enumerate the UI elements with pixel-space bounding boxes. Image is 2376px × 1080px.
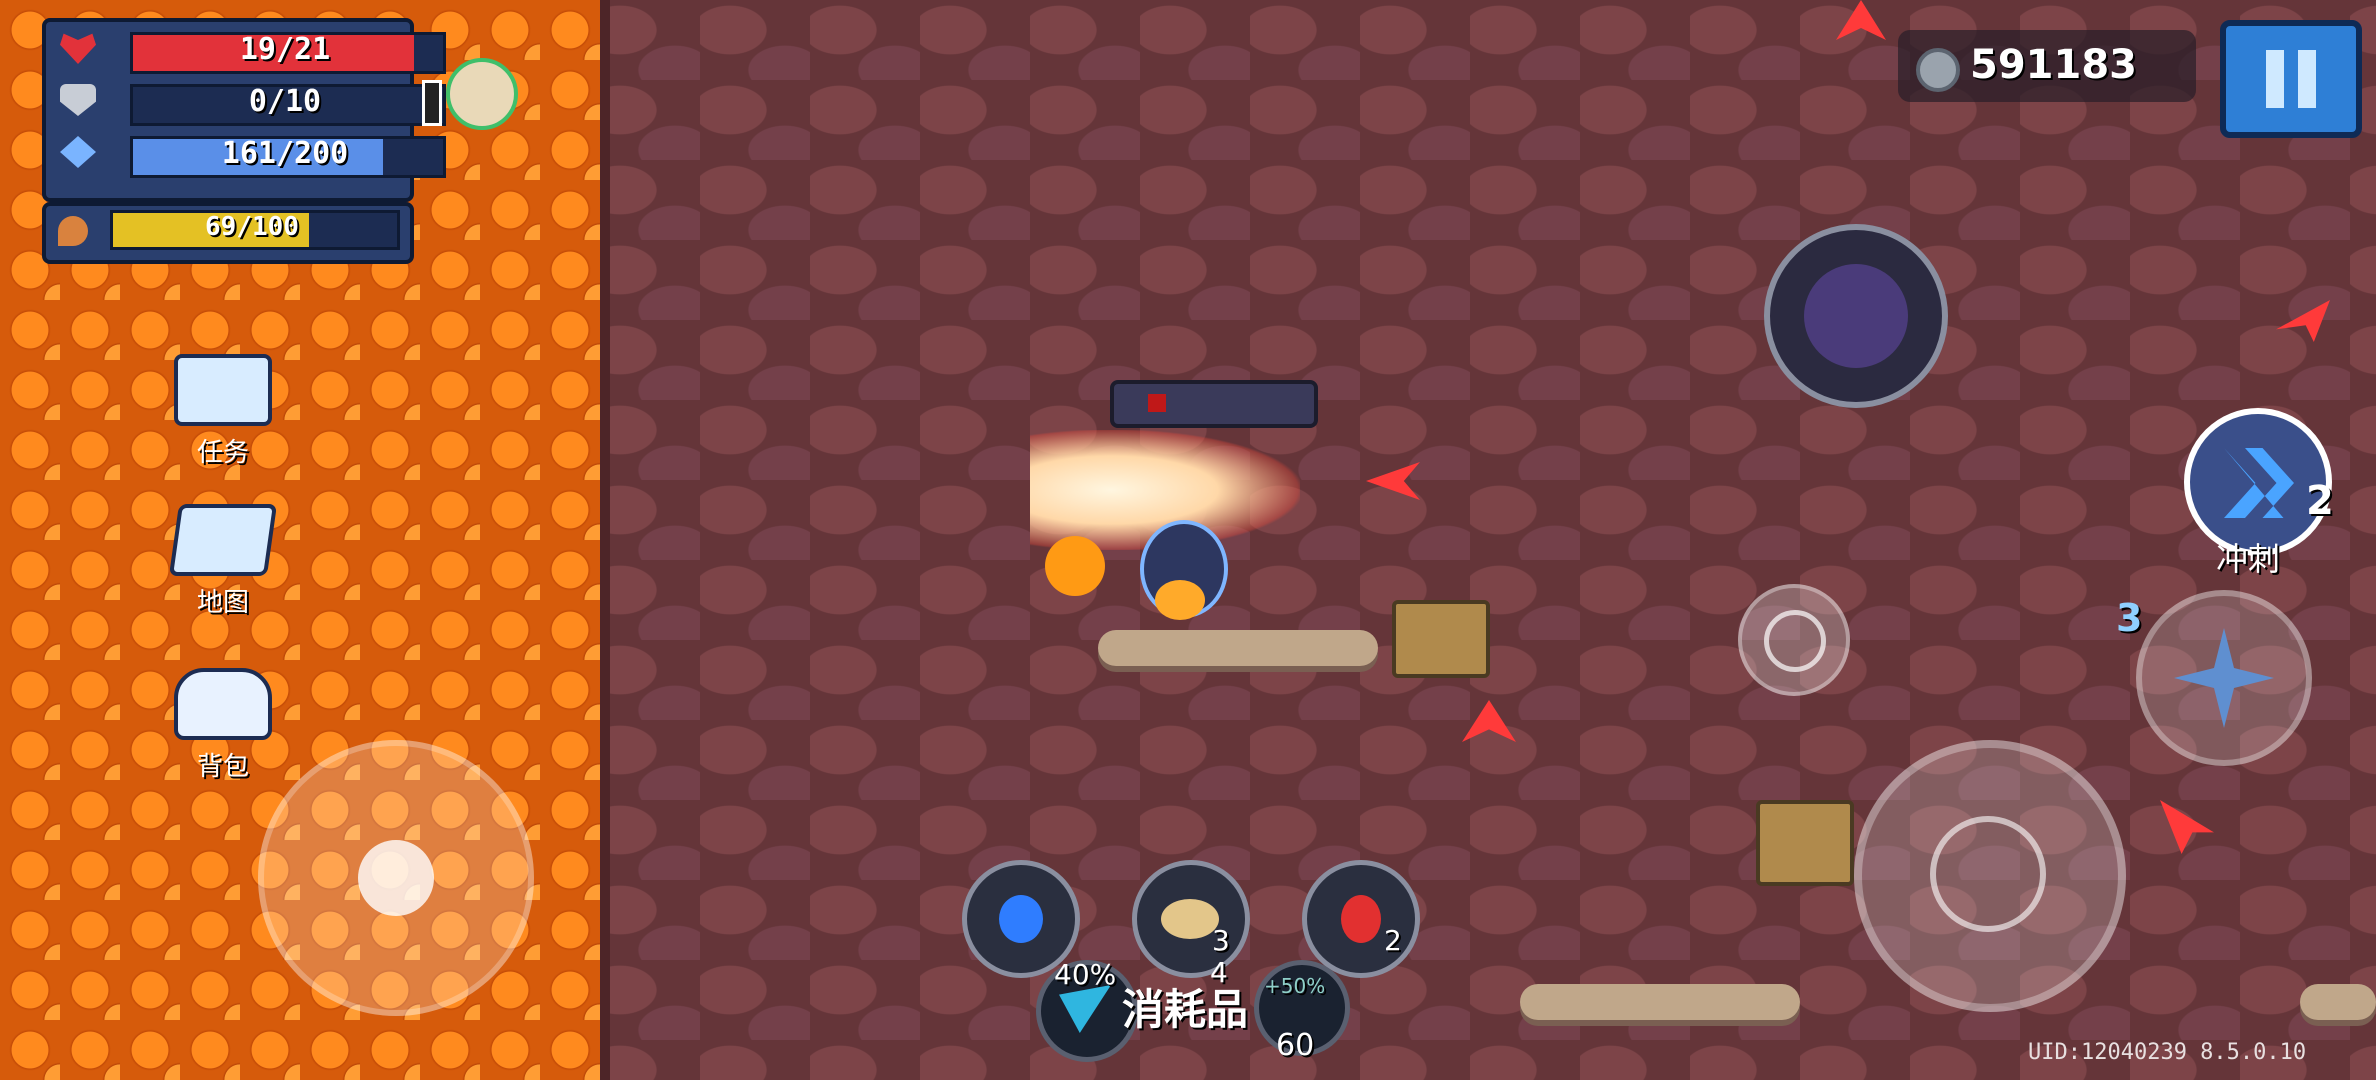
gem-counter: 591183 [1898,30,2196,102]
map-button[interactable]: 地图 [168,504,278,619]
rock-ledge [1098,630,1378,666]
goblin-enemy-sprite [1392,600,1490,678]
buff2-percent: +50% [1264,974,1326,998]
dash-charges: 2 [2306,478,2334,524]
chevron-right-icon [2224,448,2294,518]
emote-button[interactable] [1738,584,1850,696]
boss-health-bar [1110,380,1318,428]
uid-version-text: UID:12040239 8.5.0.10 [2028,1040,2307,1065]
weapon-count: 3 [2116,596,2143,640]
pause-icon [2266,50,2284,108]
bag-label: 背包 [196,752,249,782]
hp-value: 19/21 [239,32,331,67]
consumable-slot-red-potion[interactable] [1302,860,1420,978]
weapon-swap-button[interactable] [2136,590,2312,766]
rock-ledge [2300,984,2376,1020]
hp-row: 19/21 [56,26,446,74]
goblin-enemy-sprite [1756,800,1854,886]
gem-coin-icon [1916,48,1960,92]
pie-icon [1161,899,1219,939]
attack-button[interactable] [1854,740,2126,1012]
energy-value: 69/100 [205,212,299,242]
rock-ledge [1520,984,1800,1020]
backpack-icon [174,668,272,740]
buff1-percent: 40% [1054,958,1117,991]
gem-count: 591183 [1970,42,2137,88]
red-potion-count: 2 [1384,924,1402,957]
drumstick-icon [58,216,88,246]
red-potion-icon [1341,895,1381,943]
bag-button[interactable]: 背包 [168,668,278,783]
fire-orb-projectile [1155,580,1205,620]
pet-alert-marker [422,80,442,126]
task-board-icon [174,354,272,426]
fire-orb-projectile [1045,536,1105,596]
pie-count: 3 [1212,924,1230,957]
crosshair-icon [1930,816,2046,932]
armor-value: 0/10 [248,84,322,119]
map-icon [168,504,278,576]
buff2-count: 60 [1276,1028,1315,1063]
tasks-button[interactable]: 任务 [168,354,278,469]
dash-label: 冲刺 [2216,540,2281,578]
energy-panel: 69/100 [42,202,414,264]
pause-icon [2298,50,2316,108]
pause-button[interactable] [2220,20,2362,138]
hooded-character-icon [1804,264,1908,368]
pet-avatar[interactable] [446,58,518,130]
movement-joystick[interactable] [258,740,534,1016]
shuriken-icon [2174,628,2274,728]
joystick-knob[interactable] [358,840,434,916]
blue-slash-icon [1059,985,1111,1033]
character-skill-button[interactable] [1764,224,1948,408]
tasks-label: 任务 [196,438,249,468]
heart-icon [60,33,96,64]
consumables-label: 消耗品 [1122,985,1249,1034]
map-label: 地图 [196,588,249,618]
smiley-face-icon [1764,610,1826,672]
consumable-slot-pie[interactable] [1132,860,1250,978]
mana-value: 161/200 [221,136,349,171]
armor-row: 0/10 [56,78,446,126]
player-stats-panel: 19/21 0/10 161/200 [42,18,446,202]
mana-crystal-icon [60,136,96,168]
mana-row: 161/200 [56,130,446,178]
blue-potion-icon [999,895,1043,943]
shield-icon [60,84,96,116]
